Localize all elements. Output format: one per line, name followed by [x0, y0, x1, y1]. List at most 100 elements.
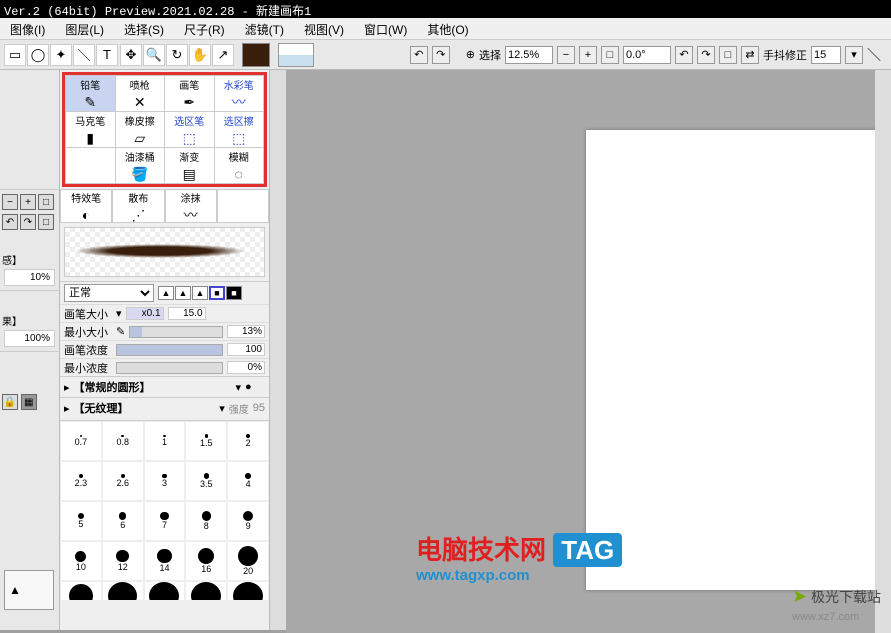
size-cell[interactable]: 14	[144, 541, 186, 581]
size-cell[interactable]: 30	[102, 581, 144, 600]
menu-window[interactable]: 窗口(W)	[354, 18, 417, 39]
size-value[interactable]: 15.0	[168, 307, 206, 320]
size-cell[interactable]: 3	[144, 461, 186, 501]
canvas[interactable]	[586, 130, 891, 590]
flip-h-button[interactable]: ⇄	[741, 46, 759, 64]
panel-vscroll[interactable]	[270, 70, 286, 630]
size-cell[interactable]: 20	[227, 541, 269, 581]
text-tool-icon[interactable]: T	[96, 44, 118, 66]
rotate-reset-button[interactable]: □	[719, 46, 737, 64]
rotate-cw-button[interactable]: ↷	[697, 46, 715, 64]
density-value[interactable]: 100	[227, 343, 265, 356]
minsize-value[interactable]: 13%	[227, 325, 265, 338]
brush-pencil[interactable]: 铅笔✎	[66, 76, 116, 112]
size-cell[interactable]: 35	[144, 581, 186, 600]
menu-select[interactable]: 选择(S)	[114, 18, 174, 39]
size-cell[interactable]: 1	[144, 421, 186, 461]
shape-icons[interactable]: ▲ ▲ ▲ ■ ■	[158, 286, 242, 300]
size-cell[interactable]: 10	[60, 541, 102, 581]
layer-mask-icon[interactable]: ▦	[21, 394, 37, 410]
size-cell[interactable]: 5	[60, 501, 102, 541]
color-swatches[interactable]	[278, 43, 314, 67]
stabilizer-toggle[interactable]: ▾	[845, 46, 863, 64]
zoom-input[interactable]	[505, 46, 553, 64]
eyedropper-icon[interactable]: ↗	[212, 44, 234, 66]
size-cell[interactable]: 0.7	[60, 421, 102, 461]
size-cell[interactable]: 50	[227, 581, 269, 600]
size-cell[interactable]: 6	[102, 501, 144, 541]
shape-3-icon[interactable]: ▲	[192, 286, 208, 300]
size-cell[interactable]: 25	[60, 581, 102, 600]
reset-button[interactable]: □	[38, 214, 54, 230]
texture-dropdown-icon[interactable]: ▾	[219, 402, 225, 415]
size-cell[interactable]: 9	[227, 501, 269, 541]
size-cell[interactable]: 2.6	[102, 461, 144, 501]
cw-button[interactable]: ↷	[20, 214, 36, 230]
ccw-button[interactable]: ↶	[2, 214, 18, 230]
brush-effect[interactable]: 特效笔◐	[60, 189, 112, 223]
menu-other[interactable]: 其他(O)	[417, 18, 478, 39]
size-cell[interactable]: 8	[185, 501, 227, 541]
shape-1-icon[interactable]: ▲	[158, 286, 174, 300]
size-cell[interactable]: 4	[227, 461, 269, 501]
line-tool-icon[interactable]: ＼	[73, 44, 95, 66]
menu-ruler[interactable]: 尺子(R)	[174, 18, 235, 39]
size-cell[interactable]: 2.3	[60, 461, 102, 501]
size-cell[interactable]: 7	[144, 501, 186, 541]
plus-button[interactable]: +	[20, 194, 36, 210]
zoom-out-button[interactable]: −	[557, 46, 575, 64]
shape-select[interactable]: 【常规的圆形】	[74, 379, 232, 395]
size-cell[interactable]: 40	[185, 581, 227, 600]
pen-mode-icon[interactable]: ＼	[867, 45, 887, 65]
brush-eraser[interactable]: 橡皮擦▱	[115, 112, 165, 148]
zoom-fit-button[interactable]: □	[601, 46, 619, 64]
size-mult[interactable]: x0.1	[126, 307, 164, 320]
hand-icon[interactable]: ✋	[189, 44, 211, 66]
density-slider[interactable]	[116, 344, 223, 356]
redo-button[interactable]: ↷	[432, 46, 450, 64]
menu-layer[interactable]: 图层(L)	[55, 18, 114, 39]
brush-marker[interactable]: 马克笔▮	[66, 112, 116, 148]
brush-gradient[interactable]: 渐变▤	[165, 148, 215, 184]
size-cell[interactable]: 1.5	[185, 421, 227, 461]
select-mode-icon[interactable]: ⊕	[466, 48, 475, 61]
shape-2-icon[interactable]: ▲	[175, 286, 191, 300]
brush-airbrush[interactable]: 喷枪✕	[115, 76, 165, 112]
brush-smudge[interactable]: 涂抹〰	[165, 189, 217, 223]
mindensity-slider[interactable]	[116, 362, 223, 374]
menu-view[interactable]: 视图(V)	[294, 18, 354, 39]
rotate-icon[interactable]: ↻	[166, 44, 188, 66]
zoom-in-button[interactable]: +	[579, 46, 597, 64]
rect-select-icon[interactable]: ▭	[4, 44, 26, 66]
brush-blur[interactable]: 模糊◌	[214, 148, 264, 184]
brush-bucket[interactable]: 油漆桶🪣	[115, 148, 165, 184]
size-cell[interactable]: 3.5	[185, 461, 227, 501]
lasso-icon[interactable]: ◯	[27, 44, 49, 66]
size-cell[interactable]: 16	[185, 541, 227, 581]
expand-texture-icon[interactable]: ▸	[64, 402, 70, 415]
brush-watercolor[interactable]: 水彩笔〰	[214, 76, 264, 112]
shape-4-icon[interactable]: ■	[209, 286, 225, 300]
shape-dropdown-icon[interactable]: ▾	[235, 381, 241, 394]
undo-button[interactable]: ↶	[410, 46, 428, 64]
lock-icon[interactable]: 🔒	[2, 394, 18, 410]
pressure-icon[interactable]: ✎	[116, 325, 125, 338]
brush-brush[interactable]: 画笔✒	[165, 76, 215, 112]
size-dropdown-icon[interactable]: ▾	[116, 307, 122, 320]
expand-shape-icon[interactable]: ▸	[64, 381, 70, 394]
size-cell[interactable]: 0.8	[102, 421, 144, 461]
size-cell[interactable]: 12	[102, 541, 144, 581]
mindensity-value[interactable]: 0%	[227, 361, 265, 374]
square-button[interactable]: □	[38, 194, 54, 210]
zoom-icon[interactable]: 🔍	[143, 44, 165, 66]
brush-select-pen[interactable]: 选区笔⬚	[165, 112, 215, 148]
stabilizer-input[interactable]	[811, 46, 841, 64]
shape-5-icon[interactable]: ■	[226, 286, 242, 300]
texture-select[interactable]: 【无纹理】	[74, 400, 216, 416]
size-cell[interactable]: 2	[227, 421, 269, 461]
section-b-value[interactable]: 100%	[4, 330, 55, 347]
angle-input[interactable]	[623, 46, 671, 64]
brush-scatter[interactable]: 散布⋰	[112, 189, 164, 223]
navigator[interactable]: ▲	[4, 570, 54, 610]
minus-button[interactable]: −	[2, 194, 18, 210]
